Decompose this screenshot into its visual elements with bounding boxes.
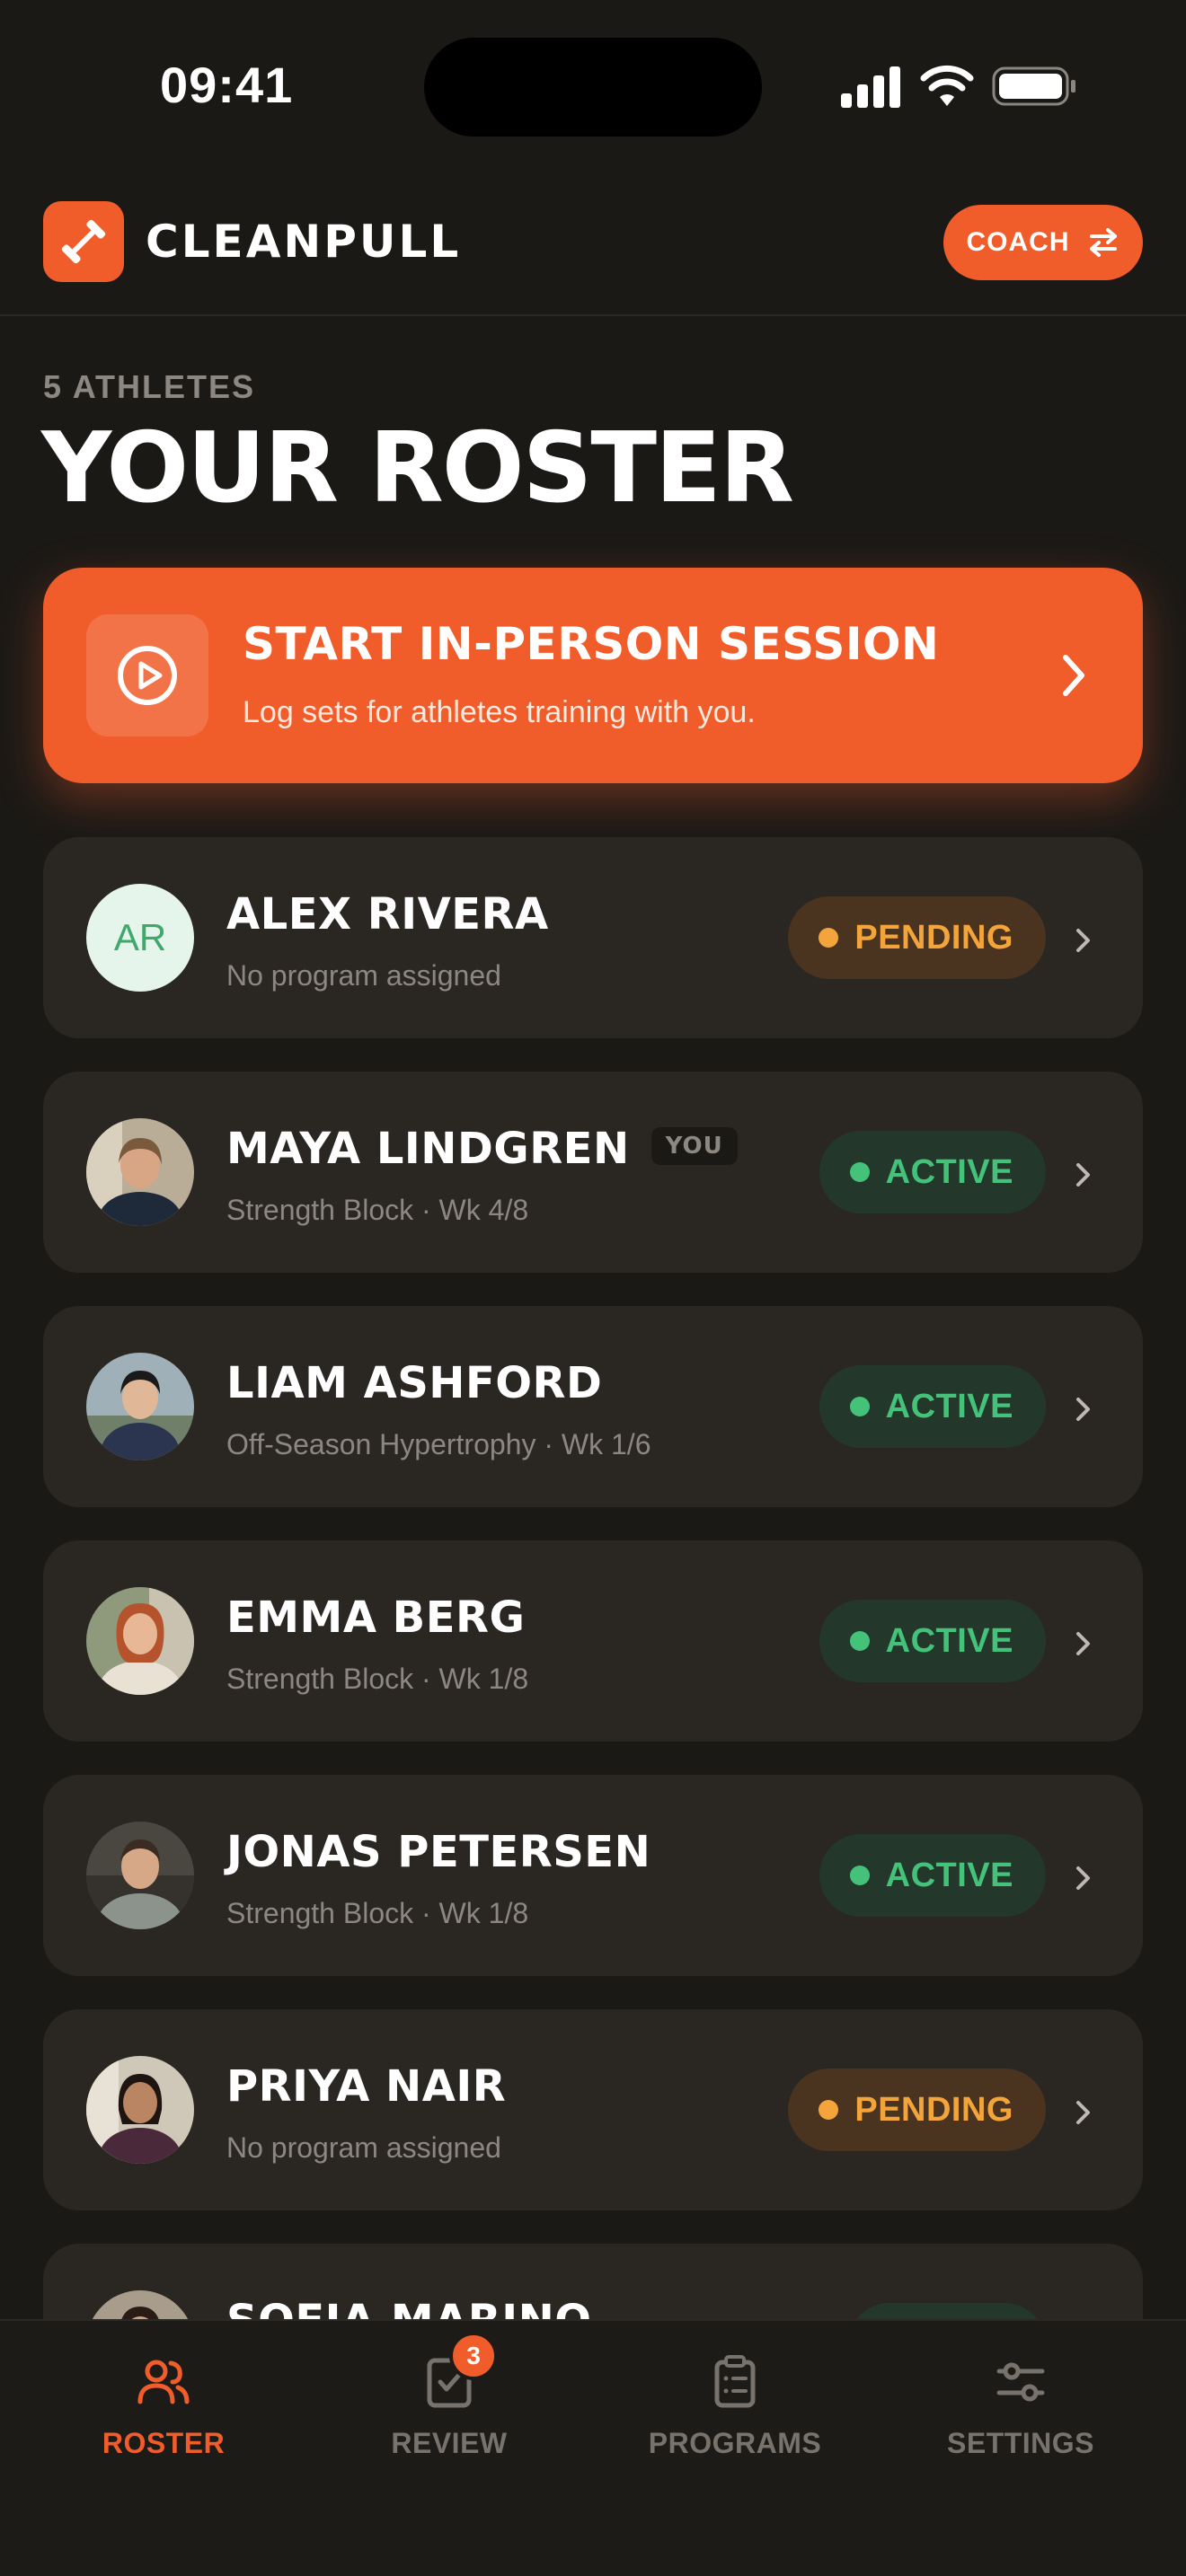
coach-mode-toggle-button[interactable]: COACH bbox=[943, 205, 1143, 280]
athlete-card[interactable]: PRIYA NAIR No program assigned PENDING bbox=[43, 2009, 1143, 2210]
status-time: 09:41 bbox=[160, 57, 294, 113]
status-label: PENDING bbox=[854, 918, 1013, 957]
athlete-name: ALEX RIVERA bbox=[226, 889, 549, 940]
chevron-right-icon bbox=[1063, 655, 1084, 696]
athlete-card[interactable]: EMMA BERG Strength Block · Wk 1/8 ACTIVE bbox=[43, 1540, 1143, 1742]
review-count-badge: 3 bbox=[449, 2332, 498, 2380]
app-header: CLEANPULL COACH bbox=[0, 171, 1186, 316]
app-logo bbox=[43, 201, 124, 282]
athlete-program: No program assigned bbox=[226, 959, 501, 992]
session-card-title: START IN-PERSON SESSION bbox=[243, 618, 940, 670]
athlete-name: SOFIA MARINO bbox=[226, 2296, 592, 2319]
status-label: PENDING bbox=[854, 2090, 1013, 2129]
dumbbell-icon bbox=[61, 219, 106, 264]
avatar bbox=[86, 2056, 194, 2164]
tab-roster[interactable]: ROSTER bbox=[47, 2353, 280, 2470]
status-label: ACTIVE bbox=[885, 1152, 1013, 1191]
play-icon-tile bbox=[86, 614, 208, 737]
avatar-initials: AR bbox=[86, 884, 194, 992]
tab-label: REVIEW bbox=[391, 2427, 508, 2459]
athlete-card[interactable]: JONAS PETERSEN Strength Block · Wk 1/8 A… bbox=[43, 1775, 1143, 1976]
tab-label: PROGRAMS bbox=[648, 2427, 822, 2459]
tab-label: ROSTER bbox=[102, 2427, 226, 2459]
athlete-program: Strength Block · Wk 1/8 bbox=[226, 1897, 529, 1929]
wifi-icon bbox=[920, 65, 974, 106]
battery-icon bbox=[992, 66, 1075, 106]
chevron-right-icon bbox=[1076, 1866, 1090, 1890]
avatar bbox=[86, 1118, 194, 1226]
sliders-icon bbox=[996, 2362, 1045, 2402]
avatar bbox=[86, 1353, 194, 1460]
athlete-program: Strength Block · Wk 4/8 bbox=[226, 1194, 529, 1226]
status-dot bbox=[849, 1866, 870, 1885]
session-card-subtitle: Log sets for athletes training with you. bbox=[243, 695, 756, 729]
status-dot bbox=[849, 1631, 870, 1651]
chevron-right-icon bbox=[1076, 1163, 1090, 1187]
coach-mode-label: COACH bbox=[966, 227, 1070, 257]
start-session-card[interactable]: START IN-PERSON SESSION Log sets for ath… bbox=[43, 568, 1143, 783]
bottom-tab-bar: ROSTER 3 REVIEW PROGRAMS SETTINGS bbox=[0, 2319, 1186, 2576]
status-badge bbox=[848, 2303, 1046, 2319]
tab-settings[interactable]: SETTINGS bbox=[904, 2353, 1137, 2470]
play-circle-icon bbox=[118, 646, 177, 705]
athlete-program: Off-Season Hypertrophy · Wk 1/6 bbox=[226, 1428, 651, 1460]
athlete-card[interactable]: AR ALEX RIVERA No program assigned PENDI… bbox=[43, 837, 1143, 1038]
page-title: YOUR ROSTER bbox=[41, 412, 794, 525]
athlete-name: MAYA LINDGREN YOU bbox=[226, 1124, 738, 1174]
status-dot bbox=[819, 2100, 839, 2120]
status-label: ACTIVE bbox=[885, 1621, 1013, 1660]
status-badge: ACTIVE bbox=[819, 1365, 1046, 1448]
you-badge: YOU bbox=[651, 1127, 738, 1165]
dynamic-island bbox=[424, 38, 762, 137]
chevron-right-icon bbox=[1076, 1632, 1090, 1655]
athlete-name: PRIYA NAIR bbox=[226, 2061, 507, 2112]
status-label: ACTIVE bbox=[885, 1856, 1013, 1894]
status-bar: 09:41 bbox=[0, 0, 1186, 171]
athlete-card[interactable]: SOFIA MARINO bbox=[43, 2244, 1143, 2319]
cellular-signal-icon bbox=[841, 66, 900, 108]
avatar bbox=[86, 1822, 194, 1929]
status-badge: ACTIVE bbox=[819, 1131, 1046, 1213]
users-icon bbox=[137, 2360, 190, 2404]
athlete-card[interactable]: LIAM ASHFORD Off-Season Hypertrophy · Wk… bbox=[43, 1306, 1143, 1507]
tab-review[interactable]: 3 REVIEW bbox=[332, 2332, 566, 2470]
status-dot bbox=[849, 1162, 870, 1182]
status-badge: PENDING bbox=[788, 2069, 1046, 2151]
status-dot bbox=[819, 928, 839, 948]
tab-programs[interactable]: PROGRAMS bbox=[618, 2353, 852, 2470]
status-dot bbox=[849, 1397, 870, 1416]
roster-list: AR ALEX RIVERA No program assigned PENDI… bbox=[43, 837, 1143, 2319]
brand-name: CLEANPULL bbox=[146, 216, 462, 268]
clipboard-list-icon bbox=[714, 2355, 756, 2408]
athlete-program: Strength Block · Wk 1/8 bbox=[226, 1663, 529, 1695]
chevron-right-icon bbox=[1076, 2101, 1090, 2124]
athlete-name: LIAM ASHFORD bbox=[226, 1358, 603, 1408]
swap-arrows-icon bbox=[1089, 228, 1117, 257]
status-badge: ACTIVE bbox=[819, 1834, 1046, 1917]
athlete-count: 5 ATHLETES bbox=[43, 368, 256, 405]
status-label: ACTIVE bbox=[885, 1387, 1013, 1425]
athlete-name: JONAS PETERSEN bbox=[226, 1827, 651, 1877]
status-badge: ACTIVE bbox=[819, 1600, 1046, 1682]
chevron-right-icon bbox=[1076, 1398, 1090, 1421]
athlete-program: No program assigned bbox=[226, 2131, 501, 2164]
status-badge: PENDING bbox=[788, 896, 1046, 979]
chevron-right-icon bbox=[1076, 929, 1090, 952]
avatar bbox=[86, 2290, 194, 2319]
clipboard-check-icon: 3 bbox=[420, 2332, 498, 2411]
athlete-card[interactable]: MAYA LINDGREN YOU Strength Block · Wk 4/8… bbox=[43, 1072, 1143, 1273]
tab-label: SETTINGS bbox=[946, 2427, 1094, 2459]
avatar bbox=[86, 1587, 194, 1695]
athlete-name: EMMA BERG bbox=[226, 1592, 526, 1643]
